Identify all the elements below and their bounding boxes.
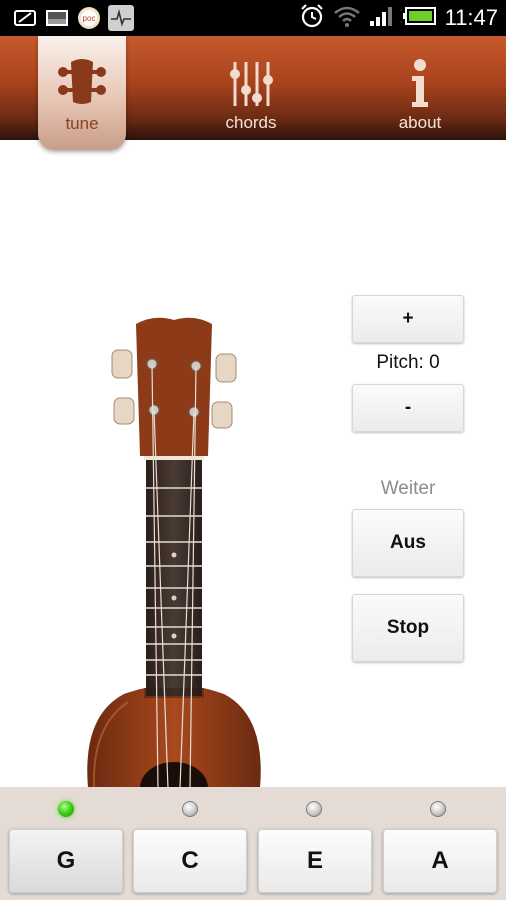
tab-about[interactable]: about: [360, 36, 480, 140]
pocket-icon: poc: [76, 5, 102, 31]
battery-icon: [402, 6, 437, 31]
stop-button[interactable]: Stop: [352, 594, 464, 662]
alarm-icon: [299, 3, 325, 34]
sliders-icon: [230, 62, 273, 106]
status-bar: poc 11:47: [0, 0, 506, 36]
wifi-icon: [333, 4, 361, 33]
notification-icon: [12, 5, 38, 31]
svg-text:poc: poc: [83, 14, 96, 23]
string-a-button[interactable]: A: [383, 829, 497, 893]
string-g-button[interactable]: G: [9, 829, 123, 893]
string-a-indicator: [430, 801, 446, 817]
string-e-indicator: [306, 801, 322, 817]
pitch-label: Pitch: 0: [376, 352, 440, 373]
string-g-indicator: [58, 801, 74, 817]
ukulele-headstock-icon: [58, 59, 106, 104]
tab-tune[interactable]: tune: [38, 36, 126, 150]
signal-icon: [369, 5, 395, 32]
string-e-button[interactable]: E: [258, 829, 372, 893]
pitch-up-button[interactable]: +: [352, 295, 464, 343]
string-c-button[interactable]: C: [133, 829, 247, 893]
pulse-icon: [108, 5, 134, 31]
string-c-indicator: [182, 801, 198, 817]
string-selector: G C E A: [0, 787, 506, 900]
pitch-down-button[interactable]: -: [352, 384, 464, 432]
continue-label: Weiter: [380, 478, 436, 499]
ukulele-image: [87, 317, 261, 788]
top-navigation: tune chords about: [0, 36, 506, 150]
tab-chords[interactable]: chords: [191, 36, 311, 140]
off-button[interactable]: Aus: [352, 509, 464, 577]
tab-about-label: about: [398, 113, 442, 132]
tab-tune-label: tune: [65, 114, 99, 133]
info-icon: [412, 59, 428, 107]
gallery-icon: [44, 5, 70, 31]
clock: 11:47: [444, 5, 498, 30]
tab-chords-label: chords: [225, 113, 277, 132]
